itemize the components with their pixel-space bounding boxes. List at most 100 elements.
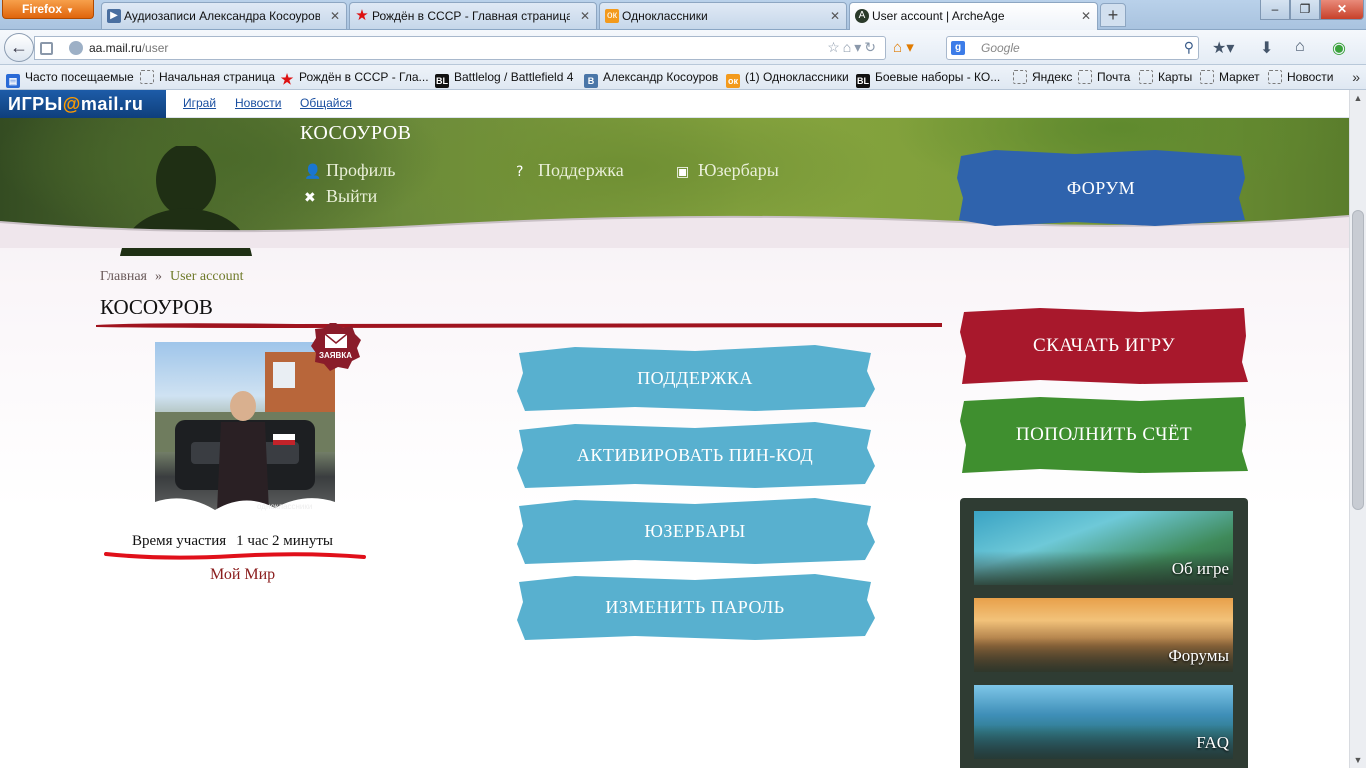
change-password-button-label: ИЗМЕНИТЬ ПАРОЛЬ	[605, 597, 785, 617]
mail-link-news[interactable]: Новости	[235, 96, 281, 110]
bookmark-label: Начальная страница	[159, 70, 276, 84]
url-actions[interactable]: ☆⌂▾↻	[827, 39, 879, 56]
about-game-card[interactable]: Об игре	[974, 511, 1233, 585]
support-label: Поддержка	[538, 160, 624, 180]
bookmark-vk[interactable]: B Александр Косоуров	[584, 70, 718, 88]
mail-link-play[interactable]: Играй	[183, 96, 216, 110]
bookmark-label: Почта	[1097, 70, 1131, 84]
search-box[interactable]: g Google ⚲	[946, 36, 1199, 60]
new-tab-button[interactable]: +	[1100, 3, 1126, 27]
search-icon[interactable]: ⚲	[1184, 39, 1194, 56]
support-link[interactable]: ? Поддержка	[516, 160, 624, 181]
minimize-button[interactable]: –	[1260, 0, 1290, 20]
profile-link[interactable]: 👤 Профиль	[304, 160, 396, 181]
bookmark-label: Рождён в СССР - Гла...	[299, 70, 429, 84]
url-bar[interactable]: aa.mail.ru/user ☆⌂▾↻	[34, 36, 886, 60]
forum-button[interactable]: ФОРУМ	[955, 148, 1247, 228]
bookmark-battlelog[interactable]: BL Battlelog / Battlefield 4	[435, 70, 573, 88]
participation-time-value: 1 час 2 минуты	[236, 533, 333, 549]
close-window-button[interactable]: ✕	[1320, 0, 1364, 20]
bookmark-label: Александр Косоуров	[603, 70, 719, 84]
mail-link-social[interactable]: Общайся	[300, 96, 352, 110]
url-host: aa.mail.ru	[89, 41, 142, 55]
support-button-label: ПОДДЕРЖКА	[637, 368, 753, 388]
forums-card[interactable]: Форумы	[974, 598, 1233, 672]
tab-archeage[interactable]: A User account | ArcheAge ✕	[849, 2, 1098, 30]
close-icon[interactable]: ✕	[580, 9, 590, 23]
sidebar-panel: Об игре Форумы FAQ	[960, 498, 1248, 768]
faq-card[interactable]: FAQ	[974, 685, 1233, 759]
bookmark-start-page[interactable]: Начальная страница	[140, 70, 275, 84]
tab-audio[interactable]: ▶ Аудиозаписи Александра Косоуров... ✕	[101, 2, 347, 29]
faq-label: FAQ	[1196, 733, 1229, 752]
mail-games-logo[interactable]: ИГРЫ@mail.ru	[0, 90, 166, 118]
logout-link[interactable]: ✖ Выйти	[304, 186, 377, 207]
url-path: /user	[141, 41, 169, 55]
most-visited-icon: ▤	[6, 74, 20, 88]
scroll-thumb[interactable]	[1352, 210, 1364, 510]
mail-badge-icon	[311, 323, 361, 371]
support-button[interactable]: ПОДДЕРЖКА	[515, 343, 875, 413]
bookmark-market[interactable]: Маркет	[1200, 70, 1260, 84]
activate-pin-button[interactable]: АКТИВИРОВАТЬ ПИН-КОД	[515, 420, 875, 490]
page-icon	[140, 70, 154, 84]
maximize-button[interactable]: ❐	[1290, 0, 1320, 20]
grid-icon[interactable]	[40, 42, 53, 55]
bookmark-news[interactable]: Новости	[1268, 70, 1333, 84]
firefox-menu-button[interactable]: Firefox ▼	[2, 0, 94, 19]
bookmark-battle-packs[interactable]: BL Боевые наборы - КО...	[856, 70, 1000, 88]
windows-icon: ▣	[676, 164, 690, 180]
userbars-button[interactable]: ЮЗЕРБАРЫ	[515, 496, 875, 566]
bookmark-label: Battlelog / Battlefield 4	[454, 70, 574, 84]
participation-time-label: Время участия	[132, 533, 227, 549]
logo-part: ИГРЫ	[8, 94, 63, 114]
user-icon: 👤	[304, 164, 322, 180]
bookmark-yandex[interactable]: Яндекс	[1013, 70, 1072, 84]
mail-games-bar: ИГРЫ@mail.ru Играй Новости Общайся	[0, 90, 1349, 118]
addon-icon[interactable]: ◉	[1332, 38, 1346, 58]
download-game-button[interactable]: СКАЧАТЬ ИГРУ	[960, 306, 1248, 386]
page-scrollbar[interactable]: ▲ ▼	[1349, 90, 1366, 768]
bookmark-label: Боевые наборы - КО...	[875, 70, 1001, 84]
userbars-label: Юзербары	[698, 160, 779, 180]
google-icon[interactable]: g	[951, 41, 965, 55]
download-icon[interactable]: ⬇	[1260, 38, 1273, 58]
bookmark-ussr[interactable]: ★ Рождён в СССР - Гла...	[280, 70, 429, 86]
change-password-button[interactable]: ИЗМЕНИТЬ ПАРОЛЬ	[515, 572, 875, 642]
close-icon[interactable]: ✕	[1081, 9, 1091, 23]
close-icon[interactable]: ✕	[830, 9, 840, 23]
bookmark-most-visited[interactable]: ▤ Часто посещаемые	[6, 70, 134, 88]
tab-ussr[interactable]: ★ Рождён в СССР - Главная страница ✕	[349, 2, 597, 29]
scroll-up-icon[interactable]: ▲	[1350, 90, 1366, 106]
photo-scene	[155, 352, 335, 522]
bookmark-maps[interactable]: Карты	[1139, 70, 1192, 84]
bookmark-mail[interactable]: Почта	[1078, 70, 1130, 84]
userbars-link[interactable]: ▣ Юзербары	[676, 160, 779, 181]
archeage-icon: A	[855, 9, 869, 23]
tab-odnoklassniki[interactable]: ок Одноклассники ✕	[599, 2, 847, 29]
home-icon[interactable]: ⌂	[1295, 38, 1305, 56]
tab-bar: Firefox ▼ ▶ Аудиозаписи Александра Косоур…	[0, 0, 1366, 30]
bookmarks-menu-icon[interactable]: ★▾	[1212, 38, 1234, 58]
back-button[interactable]: ←	[4, 33, 34, 62]
my-world-link[interactable]: Мой Мир	[210, 566, 275, 584]
scroll-down-icon[interactable]: ▼	[1350, 752, 1366, 768]
odnoklassniki-icon: ок	[605, 9, 619, 23]
search-placeholder: Google	[981, 41, 1020, 55]
chevron-more-icon[interactable]: »	[1352, 69, 1360, 85]
request-badge[interactable]: ЗАЯВКА	[310, 322, 362, 372]
header-username: КОСОУРОВ	[300, 122, 412, 144]
tab-label: Одноклассники	[622, 9, 708, 23]
url-text[interactable]: aa.mail.ru/user	[89, 41, 168, 55]
request-badge-label: ЗАЯВКА	[319, 351, 352, 360]
home-button-icon[interactable]: ⌂ ▾	[893, 38, 914, 56]
close-icon[interactable]: ✕	[330, 9, 340, 23]
title-underline	[96, 323, 942, 328]
topup-button[interactable]: ПОПОЛНИТЬ СЧЁТ	[960, 395, 1248, 475]
bookmark-odnoklassniki[interactable]: ок (1) Одноклассники	[726, 70, 849, 88]
breadcrumb-current: User account	[170, 269, 244, 284]
header-banner: КОСОУРОВ 👤 Профиль ✖ Выйти ? Поддержка ▣ Юзе…	[0, 118, 1349, 256]
breadcrumb-home[interactable]: Главная	[100, 269, 147, 284]
bookmark-label: Карты	[1158, 70, 1193, 84]
tab-label: User account | ArcheAge	[872, 9, 1005, 23]
